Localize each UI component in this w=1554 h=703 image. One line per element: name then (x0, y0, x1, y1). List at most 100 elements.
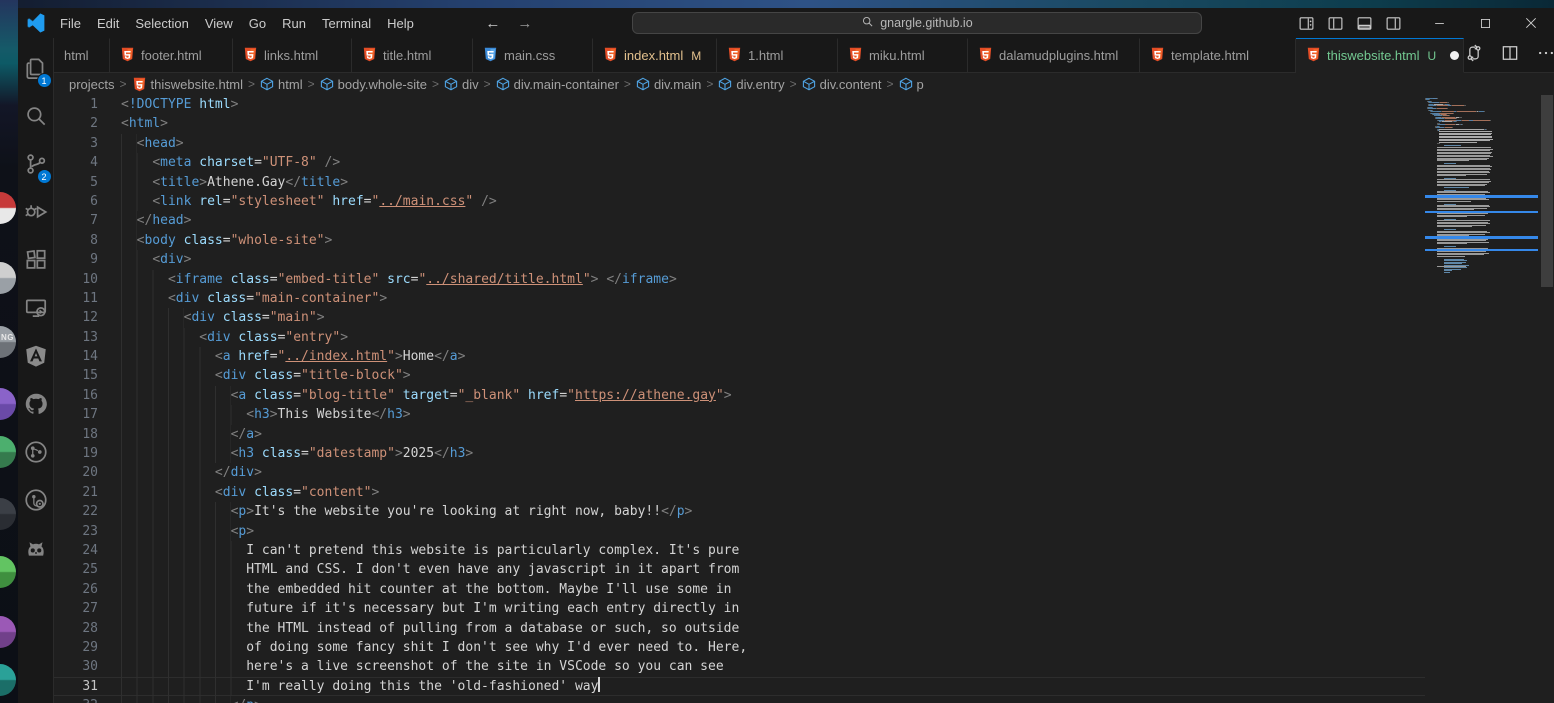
tab-footer.html[interactable]: footer.html (110, 38, 233, 73)
line-number[interactable]: 27 (54, 599, 98, 618)
tab-main.css[interactable]: main.css (473, 38, 593, 73)
line-number[interactable]: 23 (54, 522, 98, 541)
code-line-22[interactable]: 22 <p>It's the website you're looking at… (54, 502, 1425, 521)
line-number[interactable]: 13 (54, 328, 98, 347)
code-line-21[interactable]: 21 <div class="content"> (54, 483, 1425, 502)
code-line-8[interactable]: 8 <body class="whole-site"> (54, 231, 1425, 250)
compare-changes-icon[interactable] (1464, 43, 1484, 68)
code-line-31[interactable]: 31 I'm really doing this the 'old-fashio… (54, 677, 1425, 696)
forward-arrow-icon[interactable]: → (514, 15, 536, 32)
line-number[interactable]: 19 (54, 444, 98, 463)
code-line-20[interactable]: 20 </div> (54, 463, 1425, 482)
code-line-3[interactable]: 3 <head> (54, 134, 1425, 153)
breadcrumb-item[interactable]: p (899, 77, 924, 92)
activity-explorer[interactable]: 1 (18, 46, 54, 94)
activity-godot-tools[interactable] (18, 526, 54, 574)
code-line-6[interactable]: 6 <link rel="stylesheet" href="../main.c… (54, 192, 1425, 211)
code-line-30[interactable]: 30 here's a live screenshot of the site … (54, 657, 1425, 676)
line-number[interactable]: 28 (54, 619, 98, 638)
code-line-27[interactable]: 27 future if it's necessary but I'm writ… (54, 599, 1425, 618)
line-number[interactable]: 30 (54, 657, 98, 676)
menu-edit[interactable]: Edit (89, 13, 127, 34)
code-line-23[interactable]: 23 <p> (54, 522, 1425, 541)
line-number[interactable]: 32 (54, 696, 98, 703)
code-line-14[interactable]: 14 <a href="../index.html">Home</a> (54, 347, 1425, 366)
command-center-search[interactable]: gnargle.github.io (632, 12, 1202, 34)
code-line-24[interactable]: 24 I can't pretend this website is parti… (54, 541, 1425, 560)
maximize-button[interactable] (1462, 8, 1508, 38)
line-number[interactable]: 24 (54, 541, 98, 560)
line-number[interactable]: 25 (54, 560, 98, 579)
code-line-29[interactable]: 29 of doing some fancy shit I don't see … (54, 638, 1425, 657)
activity-search[interactable] (18, 94, 54, 142)
breadcrumb-item[interactable]: div.entry (718, 77, 784, 92)
tab-miku.html[interactable]: miku.html (838, 38, 968, 73)
menu-terminal[interactable]: Terminal (314, 13, 379, 34)
line-number[interactable]: 17 (54, 405, 98, 424)
code-line-16[interactable]: 16 <a class="blog-title" target="_blank"… (54, 386, 1425, 405)
activity-git-graph[interactable] (18, 430, 54, 478)
activity-run-debug[interactable] (18, 190, 54, 238)
breadcrumb-item[interactable]: body.whole-site (320, 77, 427, 92)
line-number[interactable]: 16 (54, 386, 98, 405)
line-number[interactable]: 29 (54, 638, 98, 657)
line-number[interactable]: 2 (54, 114, 98, 133)
tab-template.html[interactable]: template.html (1140, 38, 1296, 73)
unsaved-dot-icon[interactable] (1450, 51, 1459, 60)
line-number[interactable]: 15 (54, 366, 98, 385)
activity-angular[interactable] (18, 334, 54, 382)
code-line-10[interactable]: 10 <iframe class="embed-title" src="../s… (54, 270, 1425, 289)
code-line-19[interactable]: 19 <h3 class="datestamp">2025</h3> (54, 444, 1425, 463)
code-line-18[interactable]: 18 </a> (54, 425, 1425, 444)
breadcrumb-item[interactable]: projects (69, 77, 115, 92)
line-number[interactable]: 11 (54, 289, 98, 308)
toggle-primary-sidebar-icon[interactable] (1327, 15, 1344, 32)
tab-html[interactable]: html (54, 38, 110, 73)
code-line-4[interactable]: 4 <meta charset="UTF-8" /> (54, 153, 1425, 172)
code-line-32[interactable]: 32 </p> (54, 696, 1425, 703)
line-number[interactable]: 4 (54, 153, 98, 172)
line-number[interactable]: 12 (54, 308, 98, 327)
activity-remote-explorer[interactable] (18, 286, 54, 334)
code-line-9[interactable]: 9 <div> (54, 250, 1425, 269)
menu-help[interactable]: Help (379, 13, 422, 34)
code-line-12[interactable]: 12 <div class="main"> (54, 308, 1425, 327)
menu-view[interactable]: View (197, 13, 241, 34)
vertical-scrollbar[interactable] (1540, 95, 1554, 703)
breadcrumb-item[interactable]: div.main (636, 77, 701, 92)
activity-gitlens[interactable] (18, 478, 54, 526)
activity-extensions[interactable] (18, 238, 54, 286)
line-number[interactable]: 14 (54, 347, 98, 366)
line-number[interactable]: 3 (54, 134, 98, 153)
line-number[interactable]: 10 (54, 270, 98, 289)
menu-selection[interactable]: Selection (127, 13, 196, 34)
minimap[interactable] (1425, 95, 1540, 703)
line-number[interactable]: 26 (54, 580, 98, 599)
code-lines[interactable]: 1<!DOCTYPE html>2<html>3 <head>4 <meta c… (54, 95, 1425, 703)
code-line-2[interactable]: 2<html> (54, 114, 1425, 133)
breadcrumb-item[interactable]: div.main-container (496, 77, 619, 92)
tab-index.html[interactable]: index.htmlM (593, 38, 717, 73)
tab-1.html[interactable]: 1.html (717, 38, 838, 73)
toggle-panel-icon[interactable] (1356, 15, 1373, 32)
breadcrumb-item[interactable]: html (260, 77, 303, 92)
line-number[interactable]: 18 (54, 425, 98, 444)
activity-github[interactable] (18, 382, 54, 430)
toggle-secondary-sidebar-icon[interactable] (1385, 15, 1402, 32)
code-line-11[interactable]: 11 <div class="main-container"> (54, 289, 1425, 308)
code-line-28[interactable]: 28 the HTML instead of pulling from a da… (54, 619, 1425, 638)
line-number[interactable]: 21 (54, 483, 98, 502)
line-number[interactable]: 8 (54, 231, 98, 250)
breadcrumb-item[interactable]: div (444, 77, 479, 92)
code-line-1[interactable]: 1<!DOCTYPE html> (54, 95, 1425, 114)
line-number[interactable]: 20 (54, 463, 98, 482)
tab-thiswebsite.html[interactable]: thiswebsite.htmlU (1296, 38, 1464, 73)
minimize-button[interactable] (1416, 8, 1462, 38)
code-line-13[interactable]: 13 <div class="entry"> (54, 328, 1425, 347)
more-actions-icon[interactable] (1536, 43, 1554, 68)
breadcrumb-item[interactable]: thiswebsite.html (132, 77, 243, 92)
code-line-15[interactable]: 15 <div class="title-block"> (54, 366, 1425, 385)
menu-run[interactable]: Run (274, 13, 314, 34)
tab-title.html[interactable]: title.html (352, 38, 473, 73)
line-number[interactable]: 5 (54, 173, 98, 192)
